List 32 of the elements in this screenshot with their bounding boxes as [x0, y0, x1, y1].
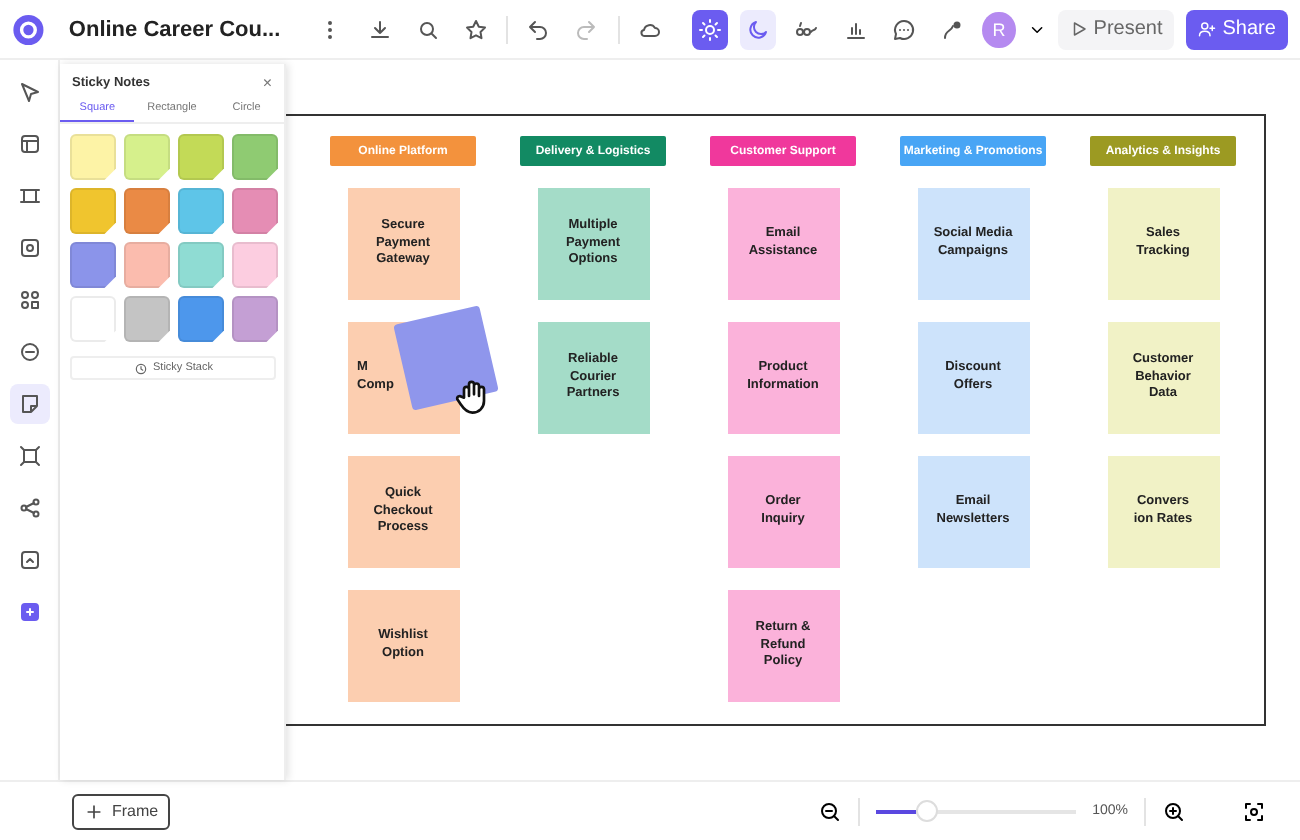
sticky-swatch[interactable] — [178, 134, 224, 180]
sticky-swatch[interactable] — [70, 134, 116, 180]
play-icon — [1069, 20, 1088, 38]
share-button[interactable]: Share — [1186, 9, 1288, 49]
present-button[interactable]: Present — [1057, 9, 1175, 49]
zoom-out-icon[interactable] — [818, 799, 843, 823]
sticky-swatch[interactable] — [232, 188, 278, 234]
user-avatar[interactable]: R — [982, 11, 1016, 47]
sticky-swatch[interactable] — [178, 188, 224, 234]
moon-icon[interactable] — [739, 9, 777, 49]
add-user-icon — [1198, 20, 1217, 38]
sticky-swatch[interactable] — [70, 188, 116, 234]
sticky-swatch[interactable] — [124, 296, 170, 342]
sun-icon[interactable] — [691, 9, 728, 49]
sticky-note-icon[interactable] — [9, 384, 49, 424]
sticky-swatch[interactable] — [232, 296, 278, 342]
sticky-swatch[interactable] — [232, 242, 278, 288]
sticky-swatch[interactable] — [178, 296, 224, 342]
zoom-slider-thumb[interactable] — [916, 800, 939, 822]
close-button[interactable]: × — [262, 74, 272, 92]
fit-screen-icon[interactable] — [1242, 799, 1266, 823]
plus-icon — [84, 801, 104, 821]
zoom-in-icon[interactable] — [1162, 799, 1186, 823]
sticky-swatch[interactable] — [178, 242, 224, 288]
sticky-swatch[interactable] — [70, 242, 116, 288]
add-frame-button[interactable]: Frame — [72, 793, 171, 829]
sticky-swatch[interactable] — [232, 134, 278, 180]
sticky-swatch[interactable] — [124, 242, 170, 288]
sticky-swatch[interactable] — [124, 134, 170, 180]
logo-icon[interactable] — [12, 11, 45, 47]
document-title[interactable]: Online Career Cou... — [68, 17, 281, 41]
sticky-swatch[interactable] — [124, 188, 170, 234]
